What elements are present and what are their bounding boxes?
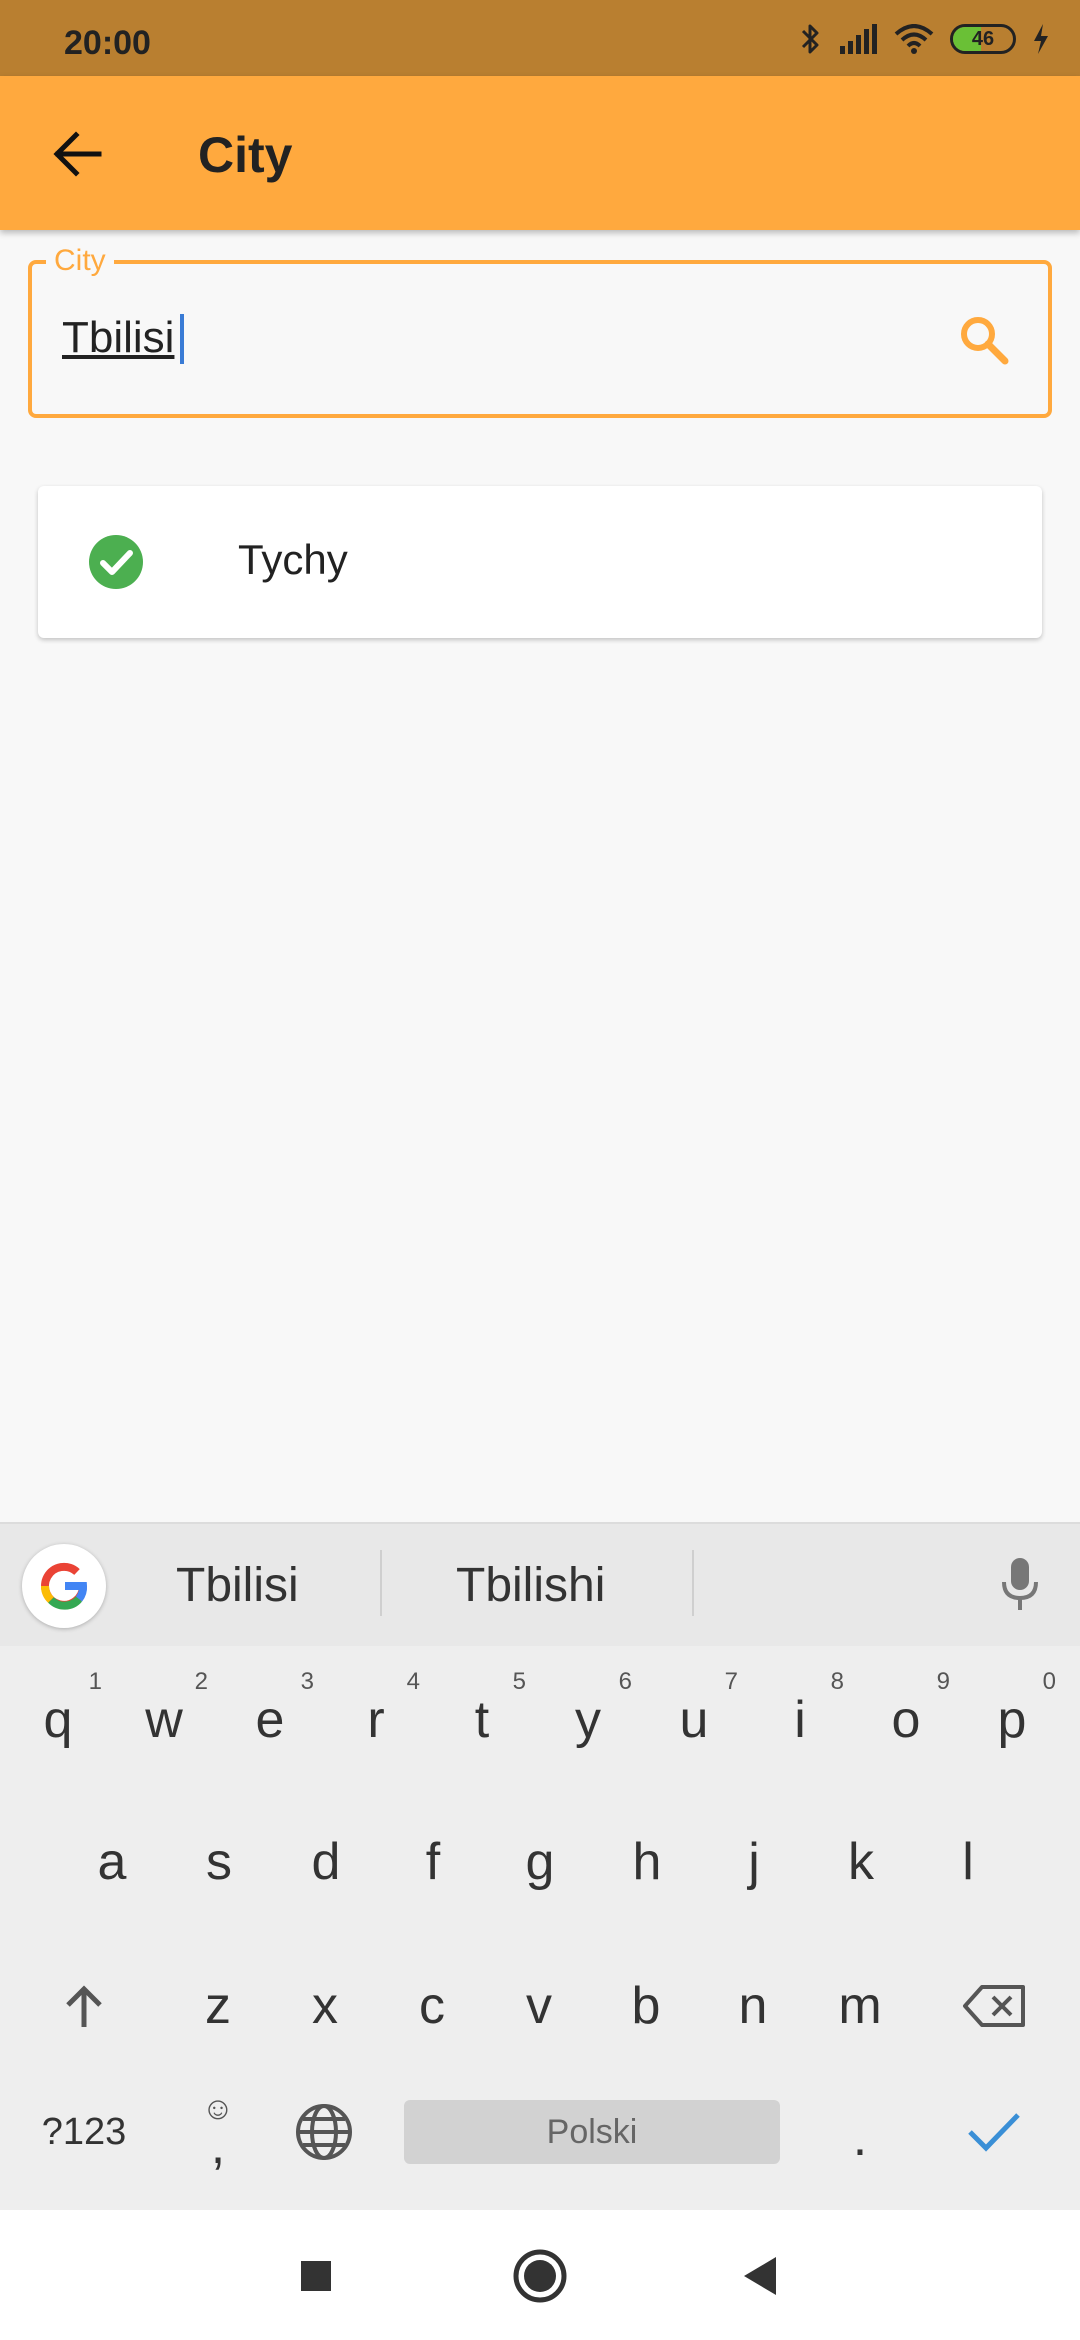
key-b[interactable]: b — [596, 1950, 696, 2062]
app-bar: City — [0, 76, 1080, 230]
key-e[interactable]: e3 — [220, 1664, 320, 1776]
language-key[interactable] — [274, 2076, 374, 2188]
key-o[interactable]: o9 — [856, 1664, 956, 1776]
key-m[interactable]: m — [810, 1950, 910, 2062]
key-label: w — [145, 1691, 183, 1749]
key-hint: 3 — [300, 1668, 314, 1695]
back-button[interactable] — [40, 116, 116, 192]
key-y[interactable]: y6 — [538, 1664, 638, 1776]
key-a[interactable]: a — [62, 1806, 162, 1918]
backspace-key[interactable] — [944, 1950, 1044, 2062]
comma-label: , — [210, 2117, 226, 2175]
page-title: City — [198, 127, 293, 183]
key-x[interactable]: x — [275, 1950, 375, 2062]
key-label: r — [367, 1691, 385, 1749]
status-bar: 20:00 46 — [0, 0, 1080, 76]
suggestion-divider — [692, 1550, 694, 1616]
key-l[interactable]: l — [918, 1806, 1018, 1918]
key-label: i — [794, 1691, 806, 1749]
key-k[interactable]: k — [811, 1806, 911, 1918]
key-n[interactable]: n — [703, 1950, 803, 2062]
charging-icon — [1034, 24, 1048, 54]
period-label: . — [852, 2109, 868, 2167]
status-time: 20:00 — [64, 24, 151, 62]
key-hint: 1 — [88, 1668, 102, 1695]
key-hint: 9 — [936, 1668, 950, 1695]
key-label: e — [255, 1691, 285, 1749]
backspace-icon — [963, 1985, 1025, 2027]
signal-icon — [840, 24, 877, 54]
key-hint: 6 — [618, 1668, 632, 1695]
key-g[interactable]: g — [490, 1806, 590, 1918]
key-w[interactable]: w2 — [114, 1664, 214, 1776]
key-f[interactable]: f — [383, 1806, 483, 1918]
google-button[interactable] — [22, 1544, 106, 1628]
square-icon — [301, 2261, 331, 2291]
key-r[interactable]: r4 — [326, 1664, 426, 1776]
emoji-comma-key[interactable]: ☺ , — [168, 2076, 268, 2188]
suggestion-2[interactable]: Tbilishi — [456, 1558, 605, 1613]
key-hint: 2 — [194, 1668, 208, 1695]
key-t[interactable]: t5 — [432, 1664, 532, 1776]
key-c[interactable]: c — [382, 1950, 482, 2062]
back-nav-button[interactable] — [724, 2240, 796, 2312]
globe-icon — [296, 2104, 352, 2160]
recents-button[interactable] — [280, 2240, 352, 2312]
key-label: y — [575, 1691, 601, 1749]
check-circle-icon — [89, 535, 143, 589]
voice-input-button[interactable] — [990, 1552, 1050, 1616]
key-p[interactable]: p0 — [962, 1664, 1062, 1776]
text-caret — [180, 314, 184, 364]
circle-icon — [513, 2249, 567, 2303]
key-s[interactable]: s — [169, 1806, 269, 1918]
key-label: t — [474, 1691, 490, 1749]
bluetooth-icon — [801, 24, 819, 54]
city-field[interactable]: City — [28, 244, 1052, 418]
space-key[interactable]: Polski — [404, 2100, 780, 2164]
checkmark-icon — [968, 2113, 1020, 2152]
city-search-input[interactable] — [62, 308, 942, 368]
key-u[interactable]: u7 — [644, 1664, 744, 1776]
key-h[interactable]: h — [597, 1806, 697, 1918]
key-hint: 7 — [724, 1668, 738, 1695]
period-key[interactable]: . — [810, 2076, 910, 2188]
key-z[interactable]: z — [168, 1950, 268, 2062]
home-button[interactable] — [504, 2240, 576, 2312]
key-q[interactable]: q1 — [8, 1664, 108, 1776]
key-label: u — [679, 1691, 709, 1749]
status-icons: 46 — [800, 22, 1050, 56]
microphone-icon — [1002, 1558, 1038, 1610]
search-icon — [961, 317, 1009, 365]
search-button[interactable] — [956, 312, 1012, 368]
key-label: p — [997, 1691, 1027, 1749]
enter-key[interactable] — [944, 2076, 1044, 2188]
key-label: q — [43, 1691, 73, 1749]
key-v[interactable]: v — [489, 1950, 589, 2062]
triangle-back-icon — [744, 2257, 776, 2295]
key-j[interactable]: j — [704, 1806, 804, 1918]
battery-text: 46 — [971, 27, 995, 50]
system-nav-bar — [0, 2210, 1080, 2340]
soft-keyboard: Tbilisi Tbilishi q1w2e3r4t5y6u7i8o9p0 as… — [0, 1522, 1080, 2210]
battery-indicator: 46 — [950, 24, 1016, 54]
key-hint: 5 — [512, 1668, 526, 1695]
key-i[interactable]: i8 — [750, 1664, 850, 1776]
key-hint: 0 — [1042, 1668, 1056, 1695]
shift-icon — [66, 1985, 102, 2027]
key-label: o — [891, 1691, 921, 1749]
suggestion-divider — [380, 1550, 382, 1616]
symbols-key[interactable]: ?123 — [34, 2076, 134, 2188]
suggestion-1[interactable]: Tbilisi — [176, 1558, 299, 1613]
key-hint: 4 — [406, 1668, 420, 1695]
city-result-item[interactable]: Tychy — [38, 486, 1042, 638]
city-result-label: Tychy — [238, 536, 348, 583]
shift-key[interactable] — [34, 1950, 134, 2062]
google-logo-icon — [40, 1562, 87, 1610]
arrow-left-icon — [53, 131, 102, 177]
city-field-label: City — [46, 244, 114, 278]
key-d[interactable]: d — [276, 1806, 376, 1918]
key-hint: 8 — [830, 1668, 844, 1695]
wifi-icon — [894, 24, 934, 54]
suggestion-bar: Tbilisi Tbilishi — [0, 1524, 1080, 1646]
